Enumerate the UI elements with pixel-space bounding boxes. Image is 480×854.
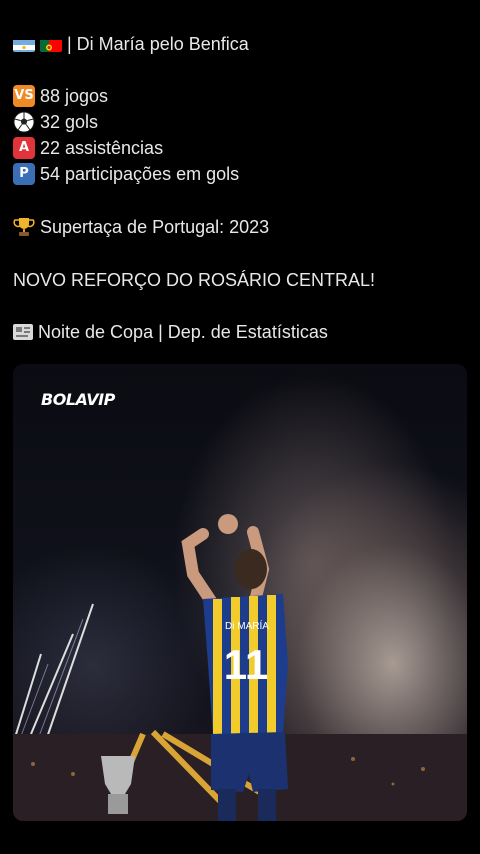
soccer-ball-icon — [13, 111, 35, 133]
stat-assists: 22 assistências — [40, 138, 164, 158]
post-image[interactable]: BOLAVIP Di MARÍA 11 — [13, 364, 467, 821]
jersey-number: 11 — [224, 641, 268, 688]
source-line: Noite de Copa | Dep. de Estatísticas — [13, 320, 328, 344]
trophy-text: Supertaça de Portugal: 2023 — [40, 217, 270, 237]
stat-line-games: VS 88 jogos — [13, 84, 108, 108]
source-text: Noite de Copa | Dep. de Estatísticas — [38, 322, 328, 342]
argentina-flag-icon — [13, 37, 35, 52]
headline-text: NOVO REFORÇO DO ROSÁRIO CENTRAL! — [13, 270, 376, 290]
post-title: | Di María pelo Benfica — [67, 34, 249, 54]
stat-goals: 32 gols — [40, 112, 99, 132]
player-illustration: Di MARÍA 11 — [13, 514, 467, 821]
stat-games: 88 jogos — [40, 86, 109, 106]
stat-line-assists: A 22 assistências — [13, 136, 163, 160]
portugal-flag-icon — [40, 37, 62, 52]
bottom-bar — [0, 821, 480, 854]
trophy-icon — [13, 216, 35, 238]
headline-line: NOVO REFORÇO DO ROSÁRIO CENTRAL! — [13, 268, 375, 292]
stat-participations: 54 participações em gols — [40, 164, 240, 184]
a-button-icon: A — [13, 137, 35, 159]
jersey-name: Di MARÍA — [225, 619, 269, 632]
stat-line-goals: 32 gols — [13, 110, 98, 134]
newspaper-icon — [13, 324, 33, 340]
trophy-line: Supertaça de Portugal: 2023 — [13, 215, 269, 239]
vs-button-icon: VS — [13, 85, 35, 107]
stat-line-participations: P 54 participações em gols — [13, 162, 239, 186]
p-button-icon: P — [13, 163, 35, 185]
title-line: | Di María pelo Benfica — [13, 32, 249, 56]
